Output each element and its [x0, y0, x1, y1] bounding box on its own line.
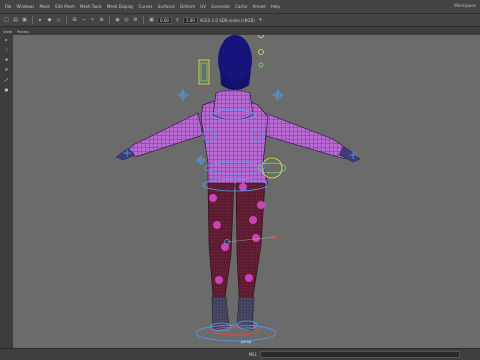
- camera-icon[interactable]: ▣: [148, 17, 155, 24]
- menu-curves[interactable]: Curves: [136, 4, 155, 9]
- open-scene-icon[interactable]: ▤: [12, 17, 19, 24]
- menu-mesh-display[interactable]: Mesh Display: [104, 4, 136, 9]
- panel-menu-panels[interactable]: Panels: [17, 29, 29, 34]
- divider: [143, 16, 144, 24]
- divider: [66, 16, 67, 24]
- menu-uv[interactable]: UV: [198, 4, 209, 9]
- last-tool-icon[interactable]: ▣: [3, 87, 10, 92]
- left-arm: [124, 112, 204, 158]
- hood: [212, 89, 254, 121]
- save-scene-icon[interactable]: ▣: [21, 17, 28, 24]
- menu-windows[interactable]: Windows: [14, 4, 37, 9]
- viewport-scene: [13, 35, 480, 348]
- scale-tool-icon[interactable]: ⤢: [3, 77, 10, 82]
- workspace-label[interactable]: Workspace: [454, 3, 476, 8]
- menu-deform[interactable]: Deform: [178, 4, 198, 9]
- chevron-down-icon[interactable]: ▾: [257, 17, 264, 24]
- new-scene-icon[interactable]: □: [3, 17, 10, 24]
- snap-point-icon[interactable]: •: [89, 17, 96, 24]
- command-line: MEL: [0, 348, 480, 360]
- main-menu-bar: File Windows Mesh Edit Mesh Mesh Tools M…: [0, 0, 480, 14]
- snap-grid-icon[interactable]: ⊞: [71, 17, 78, 24]
- right-hand: [338, 146, 361, 163]
- menu-edit-mesh[interactable]: Edit Mesh: [53, 4, 78, 9]
- panel-menu-view[interactable]: View: [3, 29, 12, 34]
- rotate-tool-icon[interactable]: ⟳: [3, 67, 10, 72]
- snap-view-icon[interactable]: ⊕: [98, 17, 105, 24]
- gamma-field[interactable]: 1.00: [182, 16, 198, 24]
- select-hierarchy-icon[interactable]: ▸: [37, 17, 44, 24]
- right-arm: [262, 112, 354, 160]
- colorspace-dropdown[interactable]: ACES 1.0 SDR-video (sRGB): [200, 18, 255, 23]
- command-input[interactable]: [260, 351, 460, 358]
- exposure-field[interactable]: 0.00: [157, 16, 172, 24]
- ipr-render-icon[interactable]: ◎: [123, 17, 130, 24]
- command-language-label[interactable]: MEL: [238, 352, 260, 357]
- menu-file[interactable]: File: [2, 4, 14, 9]
- panel-menu-bar: View Panels: [0, 27, 480, 35]
- render-settings-icon[interactable]: ⚙: [132, 17, 139, 24]
- camera-label: persp: [241, 340, 252, 344]
- root-control: [195, 324, 277, 342]
- menu-help[interactable]: Help: [268, 4, 282, 9]
- status-line: □ ▤ ▣ ▸ ◆ ◇ ⊞ ∽ • ⊕ ◉ ◎ ⚙ ▣ 0.00 γ 1.00 …: [0, 14, 480, 27]
- menu-surfaces[interactable]: Surfaces: [155, 4, 178, 9]
- move-tool-icon[interactable]: ✙: [3, 57, 10, 62]
- menu-mesh[interactable]: Mesh: [37, 4, 53, 9]
- perspective-viewport[interactable]: persp: [13, 35, 480, 348]
- select-object-icon[interactable]: ◆: [46, 17, 53, 24]
- menu-mesh-tools[interactable]: Mesh Tools: [77, 4, 104, 9]
- snap-curve-icon[interactable]: ∽: [80, 17, 87, 24]
- menu-cache[interactable]: Cache: [232, 4, 250, 9]
- menu-arnold[interactable]: Arnold: [250, 4, 268, 9]
- render-icon[interactable]: ◉: [114, 17, 121, 24]
- toolbox: ▸ ◌ ✙ ⟳ ⤢ ▣: [0, 35, 13, 348]
- select-component-icon[interactable]: ◇: [55, 17, 62, 24]
- lasso-tool-icon[interactable]: ◌: [3, 47, 10, 52]
- gamma-icon[interactable]: γ: [174, 17, 181, 24]
- divider: [32, 16, 33, 24]
- menu-generate[interactable]: Generate: [209, 4, 233, 9]
- divider: [109, 16, 110, 24]
- select-tool-icon[interactable]: ▸: [3, 37, 10, 42]
